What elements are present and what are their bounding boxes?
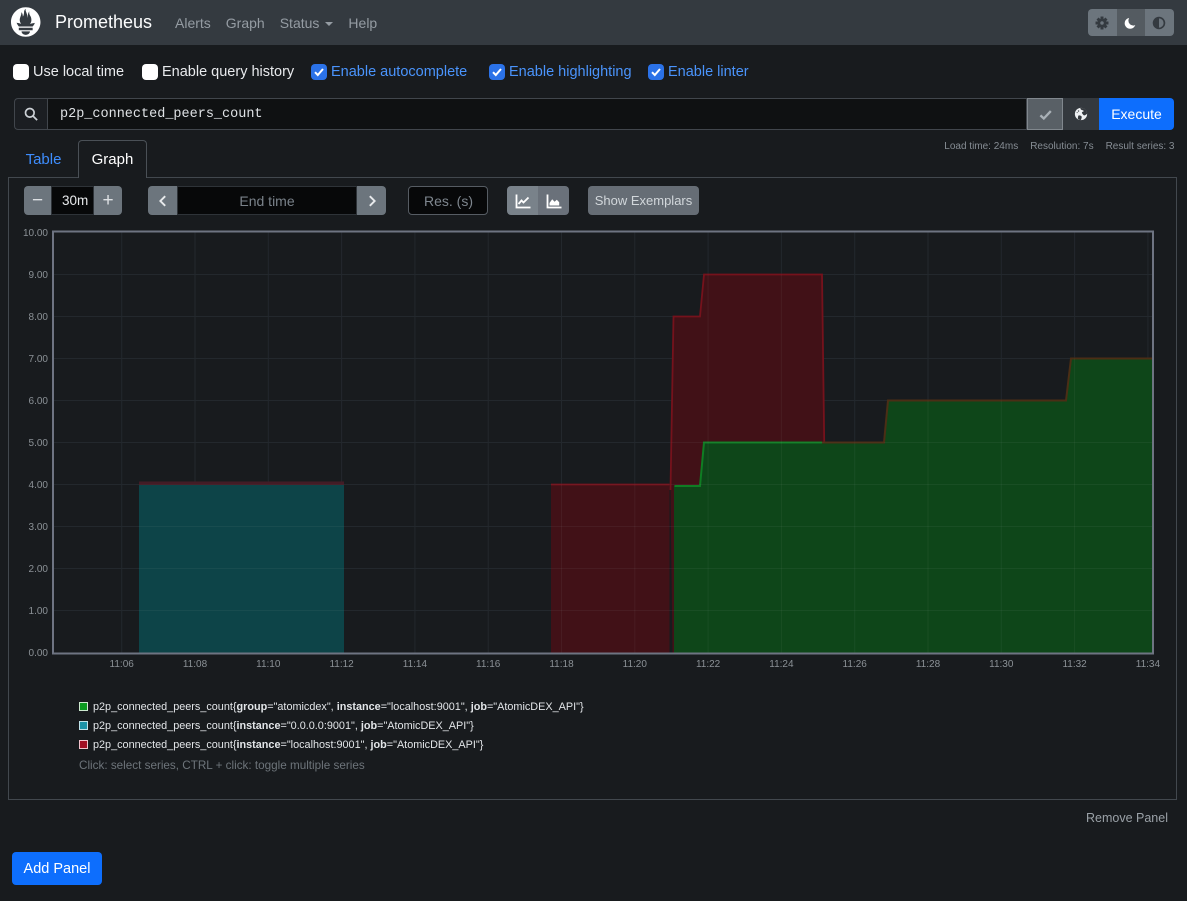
svg-text:6.00: 6.00: [29, 396, 49, 407]
svg-text:2.00: 2.00: [29, 564, 49, 575]
svg-text:10.00: 10.00: [23, 228, 48, 239]
svg-text:1.00: 1.00: [29, 606, 49, 617]
svg-text:11:20: 11:20: [623, 659, 648, 670]
svg-text:11:14: 11:14: [403, 659, 428, 670]
svg-text:3.00: 3.00: [29, 522, 49, 533]
svg-text:7.00: 7.00: [29, 354, 49, 365]
svg-text:11:24: 11:24: [769, 659, 794, 670]
svg-text:11:06: 11:06: [110, 659, 135, 670]
svg-text:11:34: 11:34: [1136, 659, 1161, 670]
svg-text:0.00: 0.00: [29, 648, 49, 659]
svg-text:11:10: 11:10: [256, 659, 281, 670]
svg-text:11:12: 11:12: [329, 659, 354, 670]
svg-text:8.00: 8.00: [29, 312, 49, 323]
svg-text:11:32: 11:32: [1062, 659, 1087, 670]
svg-text:11:08: 11:08: [183, 659, 208, 670]
svg-text:11:30: 11:30: [989, 659, 1014, 670]
svg-text:9.00: 9.00: [29, 270, 49, 281]
svg-text:11:26: 11:26: [843, 659, 868, 670]
svg-text:4.00: 4.00: [29, 480, 49, 491]
svg-text:11:16: 11:16: [476, 659, 501, 670]
svg-text:11:18: 11:18: [549, 659, 574, 670]
svg-text:11:22: 11:22: [696, 659, 721, 670]
svg-text:5.00: 5.00: [29, 438, 49, 449]
svg-text:11:28: 11:28: [916, 659, 941, 670]
